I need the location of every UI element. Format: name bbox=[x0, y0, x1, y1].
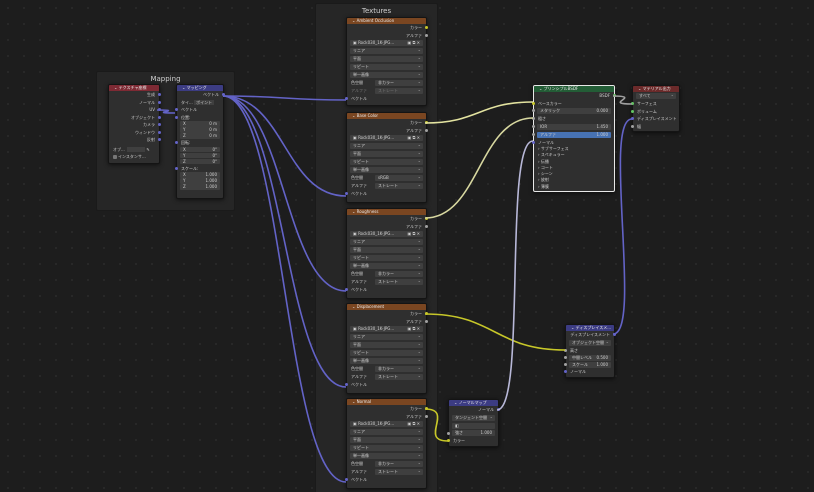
node-editor-canvas[interactable]: Mapping Textures ⌄ テクスチャ座標 生成 ノーマル UV オブジェク… bbox=[0, 0, 814, 492]
link-normalmap[interactable] bbox=[496, 140, 534, 411]
link-uv-mapping[interactable] bbox=[156, 109, 176, 114]
link-disp-output[interactable] bbox=[612, 118, 633, 335]
node-links bbox=[156, 95, 633, 483]
link-basecolor[interactable] bbox=[424, 101, 534, 124]
link-mapping-tex-2[interactable] bbox=[222, 95, 347, 292]
link-normal-tex[interactable] bbox=[424, 408, 449, 442]
link-displacement[interactable] bbox=[424, 313, 566, 351]
link-mapping-tex-3[interactable] bbox=[222, 95, 347, 388]
link-mapping-tex-4[interactable] bbox=[222, 95, 347, 483]
link-bsdf-output[interactable] bbox=[612, 95, 633, 105]
